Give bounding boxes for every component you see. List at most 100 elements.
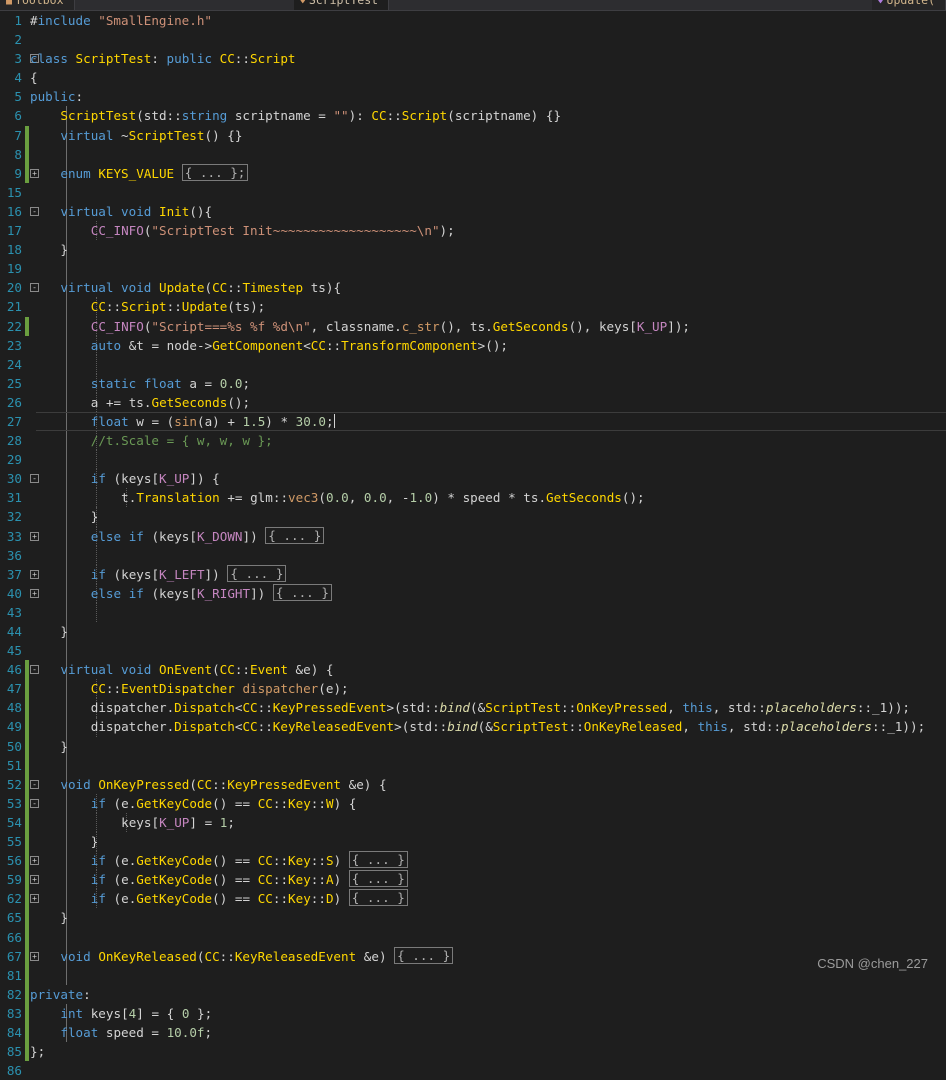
code-line[interactable]: 4{	[0, 68, 946, 87]
code-line[interactable]: 26 a += ts.GetSeconds();	[0, 393, 946, 412]
code-line[interactable]: 56+ if (e.GetKeyCode() == CC::Key::S) { …	[0, 851, 946, 870]
code-line[interactable]: 55 }	[0, 832, 946, 851]
code-line[interactable]: 43	[0, 603, 946, 622]
code-line[interactable]: 22 CC_INFO("Script===%s %f %d\n", classn…	[0, 317, 946, 336]
code-text[interactable]: //t.Scale = { w, w, w };	[30, 431, 273, 450]
code-line[interactable]: 67+ void OnKeyReleased(CC::KeyReleasedEv…	[0, 947, 946, 966]
code-text[interactable]: static float a = 0.0;	[30, 374, 250, 393]
code-line[interactable]: 8	[0, 145, 946, 164]
code-text[interactable]: float speed = 10.0f;	[30, 1023, 212, 1042]
code-text[interactable]: #include "SmallEngine.h"	[30, 11, 212, 30]
code-text[interactable]: dispatcher.Dispatch<CC::KeyReleasedEvent…	[30, 717, 925, 736]
code-line[interactable]: 3-class ScriptTest: public CC::Script	[0, 49, 946, 68]
code-line[interactable]: 25 static float a = 0.0;	[0, 374, 946, 393]
code-line[interactable]: 36	[0, 546, 946, 565]
code-text[interactable]: else if (keys[K_DOWN]) { ... }	[30, 527, 324, 546]
code-line[interactable]: 29	[0, 450, 946, 469]
code-line[interactable]: 83 int keys[4] = { 0 };	[0, 1004, 946, 1023]
collapsed-region-chip[interactable]: { ... }	[227, 565, 286, 582]
code-line[interactable]: 28 //t.Scale = { w, w, w };	[0, 431, 946, 450]
code-text[interactable]: virtual ~ScriptTest() {}	[30, 126, 242, 145]
code-line[interactable]: 49 dispatcher.Dispatch<CC::KeyReleasedEv…	[0, 717, 946, 736]
code-line[interactable]: 9+ enum KEYS_VALUE { ... };	[0, 164, 946, 183]
code-line[interactable]: 15	[0, 183, 946, 202]
code-text[interactable]: if (keys[K_UP]) {	[30, 469, 220, 488]
code-text[interactable]: }	[30, 832, 98, 851]
editor-tab-strip[interactable]: ■Toolbox ♦ScriptTest ♦Update(	[0, 0, 946, 11]
code-lines-container[interactable]: 1#include "SmallEngine.h"23-class Script…	[0, 11, 946, 1080]
code-text[interactable]: keys[K_UP] = 1;	[30, 813, 235, 832]
collapsed-region-chip[interactable]: { ... }	[349, 889, 408, 906]
code-line[interactable]: 31 t.Translation += glm::vec3(0.0, 0.0, …	[0, 488, 946, 507]
code-line[interactable]: 24	[0, 355, 946, 374]
code-text[interactable]: virtual void OnEvent(CC::Event &e) {	[30, 660, 334, 679]
code-line[interactable]: 46- virtual void OnEvent(CC::Event &e) {	[0, 660, 946, 679]
code-line[interactable]: 84 float speed = 10.0f;	[0, 1023, 946, 1042]
code-text[interactable]: public:	[30, 87, 83, 106]
code-line[interactable]: 62+ if (e.GetKeyCode() == CC::Key::D) { …	[0, 889, 946, 908]
code-line[interactable]: 82private:	[0, 985, 946, 1004]
collapsed-region-chip[interactable]: { ... }	[349, 870, 408, 887]
code-line[interactable]: 85};	[0, 1042, 946, 1061]
code-text[interactable]: auto &t = node->GetComponent<CC::Transfo…	[30, 336, 508, 355]
code-line[interactable]: 23 auto &t = node->GetComponent<CC::Tran…	[0, 336, 946, 355]
code-text[interactable]: a += ts.GetSeconds();	[30, 393, 250, 412]
code-line[interactable]: 40+ else if (keys[K_RIGHT]) { ... }	[0, 584, 946, 603]
code-line[interactable]: 20- virtual void Update(CC::Timestep ts)…	[0, 278, 946, 297]
code-line[interactable]: 1#include "SmallEngine.h"	[0, 11, 946, 30]
code-text[interactable]: class ScriptTest: public CC::Script	[30, 49, 295, 68]
code-text[interactable]: if (e.GetKeyCode() == CC::Key::D) { ... …	[30, 889, 408, 908]
code-text[interactable]: dispatcher.Dispatch<CC::KeyPressedEvent>…	[30, 698, 910, 717]
tab-update-method[interactable]: ♦Update(	[872, 0, 946, 11]
code-line[interactable]: 47 CC::EventDispatcher dispatcher(e);	[0, 679, 946, 698]
code-text[interactable]: CC::EventDispatcher dispatcher(e);	[30, 679, 349, 698]
code-text[interactable]: CC_INFO("Script===%s %f %d\n", classname…	[30, 317, 690, 336]
code-line[interactable]: 18 }	[0, 240, 946, 259]
code-line[interactable]: 51	[0, 756, 946, 775]
collapsed-region-chip[interactable]: { ... };	[182, 164, 249, 181]
code-text[interactable]: if (e.GetKeyCode() == CC::Key::S) { ... …	[30, 851, 408, 870]
code-editor[interactable]: 1#include "SmallEngine.h"23-class Script…	[0, 11, 946, 985]
code-line[interactable]: 6 ScriptTest(std::string scriptname = ""…	[0, 106, 946, 125]
code-line[interactable]: 53- if (e.GetKeyCode() == CC::Key::W) {	[0, 794, 946, 813]
code-line[interactable]: 7 virtual ~ScriptTest() {}	[0, 126, 946, 145]
code-text[interactable]: private:	[30, 985, 91, 1004]
code-text[interactable]: };	[30, 1042, 45, 1061]
code-text[interactable]: virtual void Update(CC::Timestep ts){	[30, 278, 341, 297]
code-line[interactable]: 27 float w = (sin(a) + 1.5) * 30.0;	[0, 412, 946, 431]
code-line[interactable]: 17 CC_INFO("ScriptTest Init~~~~~~~~~~~~~…	[0, 221, 946, 240]
code-line[interactable]: 37+ if (keys[K_LEFT]) { ... }	[0, 565, 946, 584]
code-line[interactable]: 19	[0, 259, 946, 278]
code-text[interactable]: }	[30, 240, 68, 259]
code-line[interactable]: 52- void OnKeyPressed(CC::KeyPressedEven…	[0, 775, 946, 794]
code-line[interactable]: 54 keys[K_UP] = 1;	[0, 813, 946, 832]
code-text[interactable]: if (e.GetKeyCode() == CC::Key::A) { ... …	[30, 870, 408, 889]
code-text[interactable]: }	[30, 507, 98, 526]
code-text[interactable]: enum KEYS_VALUE { ... };	[30, 164, 248, 183]
code-line[interactable]: 44 }	[0, 622, 946, 641]
code-text[interactable]: }	[30, 737, 68, 756]
code-text[interactable]: t.Translation += glm::vec3(0.0, 0.0, -1.…	[30, 488, 645, 507]
code-line[interactable]: 32 }	[0, 507, 946, 526]
code-line[interactable]: 59+ if (e.GetKeyCode() == CC::Key::A) { …	[0, 870, 946, 889]
code-line[interactable]: 2	[0, 30, 946, 49]
code-text[interactable]: if (e.GetKeyCode() == CC::Key::W) {	[30, 794, 356, 813]
code-text[interactable]: int keys[4] = { 0 };	[30, 1004, 212, 1023]
code-line[interactable]: 48 dispatcher.Dispatch<CC::KeyPressedEve…	[0, 698, 946, 717]
code-text[interactable]: void OnKeyPressed(CC::KeyPressedEvent &e…	[30, 775, 387, 794]
code-line[interactable]: 86	[0, 1061, 946, 1080]
code-text[interactable]: if (keys[K_LEFT]) { ... }	[30, 565, 286, 584]
code-line[interactable]: 33+ else if (keys[K_DOWN]) { ... }	[0, 527, 946, 546]
collapsed-region-chip[interactable]: { ... }	[265, 527, 324, 544]
code-line[interactable]: 45	[0, 641, 946, 660]
code-text[interactable]: {	[30, 68, 38, 87]
code-text[interactable]: }	[30, 908, 68, 927]
code-line[interactable]: 30- if (keys[K_UP]) {	[0, 469, 946, 488]
code-text[interactable]: CC::Script::Update(ts);	[30, 297, 265, 316]
code-text[interactable]: else if (keys[K_RIGHT]) { ... }	[30, 584, 332, 603]
code-line[interactable]: 81	[0, 966, 946, 985]
code-text[interactable]: virtual void Init(){	[30, 202, 212, 221]
code-text[interactable]: CC_INFO("ScriptTest Init~~~~~~~~~~~~~~~~…	[30, 221, 455, 240]
code-text[interactable]: ScriptTest(std::string scriptname = ""):…	[30, 106, 561, 125]
collapsed-region-chip[interactable]: { ... }	[273, 584, 332, 601]
